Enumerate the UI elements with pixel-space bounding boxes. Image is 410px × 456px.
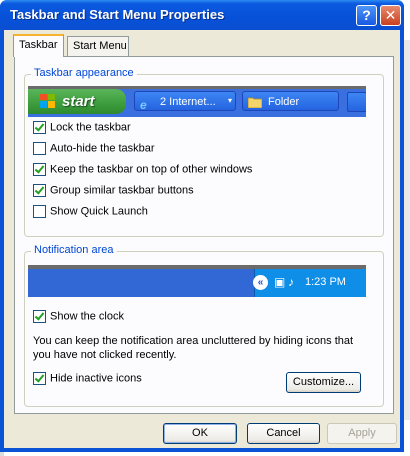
tray-area: « ▣ ♪ 1:23 PM xyxy=(253,269,366,297)
properties-dialog: Taskbar and Start Menu Properties ? ✕ Ta… xyxy=(0,0,404,452)
folder-icon xyxy=(248,97,262,108)
customize-button[interactable]: Customize... xyxy=(286,372,361,393)
ok-button[interactable]: OK xyxy=(163,423,237,444)
tab-taskbar[interactable]: Taskbar xyxy=(13,34,64,57)
show-clock-label[interactable]: Show the clock xyxy=(50,311,124,323)
task-button-internet: e 2 Internet... ▾ xyxy=(134,91,236,112)
auto-hide-option[interactable]: Auto-hide the taskbar xyxy=(33,142,155,156)
taskbar-appearance-legend: Taskbar appearance xyxy=(31,67,137,79)
quick-launch-label[interactable]: Show Quick Launch xyxy=(50,206,148,218)
task1-label: 2 Internet... xyxy=(160,96,216,108)
hide-inactive-checkbox[interactable] xyxy=(33,372,46,385)
notification-preview: « ▣ ♪ 1:23 PM xyxy=(28,265,366,297)
background-window-strip xyxy=(404,40,410,420)
notification-area-legend: Notification area xyxy=(31,244,117,256)
help-button[interactable]: ? xyxy=(356,5,377,26)
task-button-folder: Folder xyxy=(242,91,339,111)
group-buttons-label[interactable]: Group similar taskbar buttons xyxy=(50,185,194,197)
keep-on-top-option[interactable]: Keep the taskbar on top of other windows xyxy=(33,163,252,177)
tab-start-menu[interactable]: Start Menu xyxy=(67,36,129,56)
auto-hide-label[interactable]: Auto-hide the taskbar xyxy=(50,143,155,155)
tray-network-icon: ▣ xyxy=(274,275,286,289)
start-button-preview: start xyxy=(28,89,126,114)
show-clock-option[interactable]: Show the clock xyxy=(33,310,124,324)
keep-on-top-checkbox[interactable] xyxy=(33,163,46,176)
taskbar-appearance-group: Taskbar appearance start e 2 Internet...… xyxy=(24,67,384,237)
hide-inactive-option[interactable]: Hide inactive icons xyxy=(33,372,142,386)
group-buttons-option[interactable]: Group similar taskbar buttons xyxy=(33,184,194,198)
quick-launch-checkbox[interactable] xyxy=(33,205,46,218)
media-player-icon xyxy=(347,92,366,112)
internet-explorer-icon: e xyxy=(140,98,147,112)
close-icon: ✕ xyxy=(384,7,397,23)
auto-hide-checkbox[interactable] xyxy=(33,142,46,155)
cancel-button[interactable]: Cancel xyxy=(247,423,320,444)
show-clock-checkbox[interactable] xyxy=(33,310,46,323)
lock-taskbar-label[interactable]: Lock the taskbar xyxy=(50,122,131,134)
notification-area-group: Notification area « ▣ ♪ 1:23 PM Show the… xyxy=(24,244,384,407)
keep-on-top-label[interactable]: Keep the taskbar on top of other windows xyxy=(50,164,252,176)
apply-button[interactable]: Apply xyxy=(327,423,397,444)
tray-volume-icon: ♪ xyxy=(288,275,294,289)
taskbar-preview: start e 2 Internet... ▾ Folder xyxy=(28,86,366,117)
tray-clock: 1:23 PM xyxy=(305,276,346,288)
lock-taskbar-checkbox[interactable] xyxy=(33,121,46,134)
windows-flag-icon xyxy=(40,94,55,108)
lock-taskbar-option[interactable]: Lock the taskbar xyxy=(33,121,131,135)
hide-inactive-label[interactable]: Hide inactive icons xyxy=(50,373,142,385)
start-label: start xyxy=(62,93,95,110)
tab-panel: Taskbar appearance start e 2 Internet...… xyxy=(14,56,394,414)
dialog-client-area: Taskbar Start Menu Taskbar appearance st… xyxy=(4,30,400,448)
chevron-left-icon: « xyxy=(253,275,268,290)
quick-launch-option[interactable]: Show Quick Launch xyxy=(33,205,148,219)
title-bar[interactable]: Taskbar and Start Menu Properties ? ✕ xyxy=(0,0,404,30)
notification-description: You can keep the notification area unclu… xyxy=(33,335,354,361)
chevron-down-icon: ▾ xyxy=(227,96,232,105)
window-title: Taskbar and Start Menu Properties xyxy=(10,7,225,22)
help-icon: ? xyxy=(362,7,371,23)
close-button[interactable]: ✕ xyxy=(380,5,401,26)
task2-label: Folder xyxy=(268,96,300,108)
group-buttons-checkbox[interactable] xyxy=(33,184,46,197)
